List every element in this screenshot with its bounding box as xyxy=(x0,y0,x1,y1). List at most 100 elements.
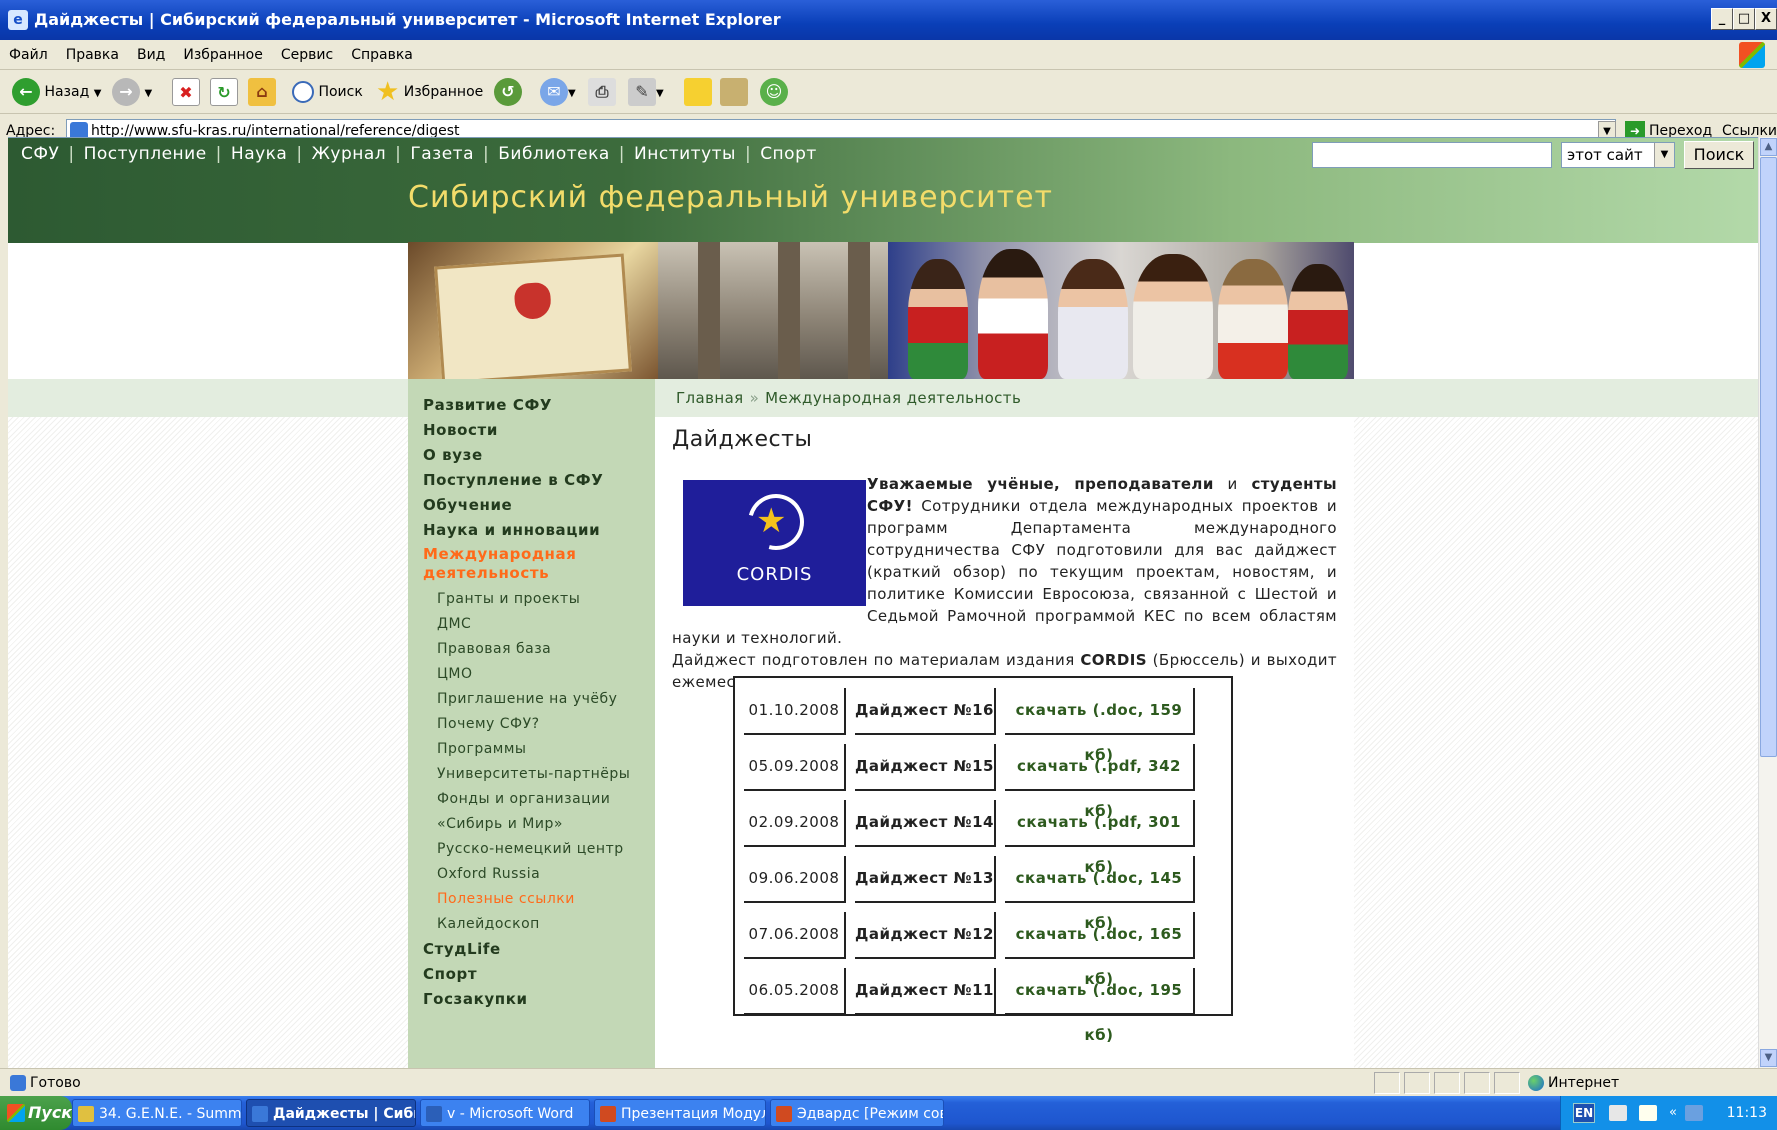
mail-button[interactable]: ✉ ▼ xyxy=(540,77,576,107)
menu-favorites[interactable]: Избранное xyxy=(174,40,272,70)
sidebar-subitem[interactable]: Калейдоскоп xyxy=(423,912,655,937)
topnav-institutes[interactable]: Институты xyxy=(634,144,736,164)
sidebar-subitem[interactable]: Фонды и организации xyxy=(423,787,655,812)
back-button[interactable]: ← Назад ▼ xyxy=(12,77,101,107)
sidebar-subitem[interactable]: Русско-немецкий центр xyxy=(423,837,655,862)
research-button[interactable] xyxy=(720,77,748,107)
minimize-button[interactable]: _ xyxy=(1711,8,1733,30)
sidebar-subitem[interactable]: «Сибирь и Мир» xyxy=(423,812,655,837)
download-link[interactable]: скачать (.doc, 195 кб) xyxy=(1005,968,1195,1044)
site-title[interactable]: Сибирский федеральный университет xyxy=(408,180,1053,215)
topnav-admission[interactable]: Поступление xyxy=(84,144,207,164)
table-row: 07.06.2008 Дайджест №12 скачать (.doc, 165… xyxy=(735,902,1231,988)
download-link[interactable]: скачать (.doc, 145 кб) xyxy=(1005,856,1195,932)
close-button[interactable]: X xyxy=(1755,8,1777,30)
menu-edit[interactable]: Правка xyxy=(57,40,128,70)
topnav-science[interactable]: Наука xyxy=(231,144,287,164)
taskbar-button[interactable]: Презентация Модуля - ... xyxy=(594,1099,766,1127)
status-pane xyxy=(1374,1072,1400,1094)
search-button[interactable]: Поиск xyxy=(292,77,363,107)
mail-dropdown-icon[interactable]: ▼ xyxy=(568,88,576,99)
globe-icon xyxy=(1528,1075,1544,1091)
topnav-journal[interactable]: Журнал xyxy=(312,144,387,164)
maximize-button[interactable]: □ xyxy=(1733,8,1755,30)
topnav-library[interactable]: Библиотека xyxy=(498,144,610,164)
student-figure xyxy=(978,249,1048,379)
forward-dropdown-icon[interactable]: ▼ xyxy=(144,88,152,99)
digest-date: 01.10.2008 xyxy=(744,688,846,735)
start-button[interactable]: Пуск xyxy=(0,1096,72,1130)
background-pattern xyxy=(1354,417,1758,1068)
stop-button[interactable]: ✖ xyxy=(172,77,200,107)
taskbar-button-label: Презентация Модуля - ... xyxy=(621,1106,765,1122)
sidebar-item[interactable]: СтудLife xyxy=(423,937,655,962)
refresh-button[interactable]: ↻ xyxy=(210,77,238,107)
messenger-button[interactable]: ☺ xyxy=(760,77,788,107)
sidebar-subitem[interactable]: Правовая база xyxy=(423,637,655,662)
sidebar-subitem[interactable]: Гранты и проекты xyxy=(423,587,655,612)
edit-button[interactable]: ✎ ▼ xyxy=(628,77,664,107)
site-search-input[interactable] xyxy=(1312,142,1552,168)
history-button[interactable]: ↺ xyxy=(494,77,522,107)
sidebar-subitem[interactable]: ДМС xyxy=(423,612,655,637)
status-pane xyxy=(1434,1072,1460,1094)
sidebar-item[interactable]: Поступление в СФУ xyxy=(423,468,655,493)
menu-bar: Файл Правка Вид Избранное Сервис Справка xyxy=(0,40,1777,70)
sidebar-subitem[interactable]: Oxford Russia xyxy=(423,862,655,887)
taskbar-button[interactable]: Дайджесты | Сибир... xyxy=(246,1099,416,1127)
sidebar-list: Развитие СФУ Новости О вузе Поступление в С… xyxy=(408,379,655,1012)
tray-expand-icon[interactable]: « xyxy=(1669,1105,1679,1121)
download-link[interactable]: скачать (.doc, 165 кб) xyxy=(1005,912,1195,988)
help-icon[interactable] xyxy=(1639,1105,1657,1121)
topnav-sport[interactable]: Спорт xyxy=(760,144,817,164)
taskbar-button[interactable]: Эдвардс [Режим совмес... xyxy=(770,1099,944,1127)
taskbar-button[interactable]: 34. G.E.N.E. - Summer N... xyxy=(72,1099,242,1127)
taskbar-button[interactable]: v - Microsoft Word xyxy=(420,1099,590,1127)
sidebar-subitem[interactable]: Университеты-партнёры xyxy=(423,762,655,787)
scroll-thumb[interactable] xyxy=(1760,157,1777,757)
sidebar-item[interactable]: Международная деятельность xyxy=(423,543,655,587)
mail-icon: ✉ xyxy=(540,78,568,106)
note-icon xyxy=(684,78,712,106)
home-button[interactable]: ⌂ xyxy=(248,77,276,107)
site-search-button[interactable]: Поиск xyxy=(1684,141,1754,169)
sidebar-subitem[interactable]: Полезные ссылки xyxy=(423,887,655,912)
sidebar-subitem[interactable]: Приглашение на учёбу xyxy=(423,687,655,712)
favorites-button[interactable]: ★ Избранное xyxy=(376,77,483,107)
vertical-scrollbar[interactable]: ▲ ▼ xyxy=(1758,137,1777,1068)
sidebar-item[interactable]: Развитие СФУ xyxy=(423,393,655,418)
sidebar-subitem[interactable]: Программы xyxy=(423,737,655,762)
sidebar-item[interactable]: Спорт xyxy=(423,962,655,987)
menu-help[interactable]: Справка xyxy=(342,40,422,70)
discuss-button[interactable] xyxy=(684,77,712,107)
forward-button[interactable]: → ▼ xyxy=(112,77,152,107)
keyboard-icon[interactable] xyxy=(1609,1105,1627,1121)
sidebar-subitem[interactable]: Почему СФУ? xyxy=(423,712,655,737)
download-link[interactable]: скачать (.pdf, 342 кб) xyxy=(1005,744,1195,820)
sidebar-subitem[interactable]: ЦМО xyxy=(423,662,655,687)
breadcrumb-home[interactable]: Главная xyxy=(676,389,744,407)
breadcrumb-current[interactable]: Международная деятельность xyxy=(765,389,1021,407)
download-link[interactable]: скачать (.doc, 159 кб) xyxy=(1005,688,1195,764)
back-dropdown-icon[interactable]: ▼ xyxy=(94,88,102,99)
edit-dropdown-icon[interactable]: ▼ xyxy=(656,88,664,99)
search-scope-select[interactable]: этот сайт ▼ xyxy=(1561,142,1675,168)
language-indicator[interactable]: EN xyxy=(1573,1103,1595,1123)
topnav-newspaper[interactable]: Газета xyxy=(410,144,474,164)
scroll-up-icon[interactable]: ▲ xyxy=(1760,138,1777,156)
topnav-sfu[interactable]: СФУ xyxy=(21,144,59,164)
sidebar-item[interactable]: Наука и инновации xyxy=(423,518,655,543)
sidebar-item[interactable]: О вузе xyxy=(423,443,655,468)
network-icon[interactable] xyxy=(1685,1105,1703,1121)
menu-tools[interactable]: Сервис xyxy=(272,40,342,70)
sidebar-item[interactable]: Госзакупки xyxy=(423,987,655,1012)
scroll-down-icon[interactable]: ▼ xyxy=(1760,1049,1777,1067)
sidebar-item[interactable]: Обучение xyxy=(423,493,655,518)
menu-view[interactable]: Вид xyxy=(128,40,174,70)
sidebar-item[interactable]: Новости xyxy=(423,418,655,443)
print-button[interactable]: ⎙ xyxy=(588,77,616,107)
download-link[interactable]: скачать (.pdf, 301 кб) xyxy=(1005,800,1195,876)
favorites-label: Избранное xyxy=(403,84,484,100)
menu-file[interactable]: Файл xyxy=(0,40,57,70)
digest-name: Дайджест №16 xyxy=(855,688,996,735)
